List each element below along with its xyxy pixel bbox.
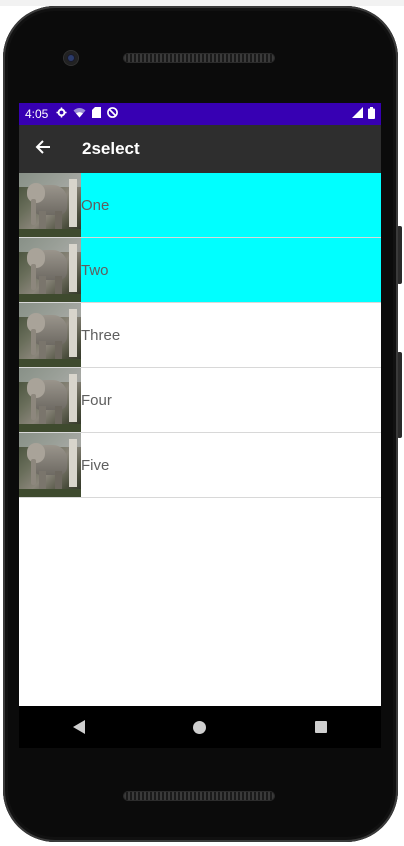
list-item[interactable]: Three	[19, 303, 381, 368]
top-speaker-grille	[124, 54, 274, 62]
back-triangle-icon[interactable]	[73, 720, 86, 734]
page-title: 2select	[82, 139, 140, 158]
list-item-label: Three	[81, 326, 121, 344]
item-list: One Two Three Four Five	[19, 173, 381, 498]
elephant-thumbnail	[19, 368, 81, 432]
system-nav-bar	[19, 706, 381, 748]
back-button[interactable]	[19, 125, 67, 173]
battery-icon	[368, 106, 375, 122]
list-item[interactable]: Four	[19, 368, 381, 433]
elephant-thumbnail	[19, 433, 81, 497]
gear-icon	[56, 107, 67, 121]
status-bar: 4:05	[19, 103, 381, 125]
home-circle-icon[interactable]	[193, 720, 207, 734]
app-bar: 2select	[19, 125, 381, 173]
arrow-left-icon	[35, 139, 51, 160]
elephant-thumbnail	[19, 173, 81, 237]
device-screen: 4:05 2select One Two Three Four Five	[19, 103, 381, 706]
elephant-thumbnail	[19, 303, 81, 367]
sim-card-icon	[92, 107, 102, 121]
list-item-label: Two	[81, 261, 109, 279]
recents-square-icon[interactable]	[314, 721, 327, 733]
wifi-icon	[73, 107, 86, 121]
list-item[interactable]: One	[19, 173, 381, 238]
bottom-speaker-grille	[124, 792, 274, 800]
front-camera-icon	[64, 51, 78, 65]
list-item-label: Four	[81, 391, 112, 409]
cell-signal-icon	[352, 107, 363, 121]
list-item-label: One	[81, 196, 110, 214]
list-item-label: Five	[81, 456, 110, 474]
elephant-thumbnail	[19, 238, 81, 302]
list-item[interactable]: Two	[19, 238, 381, 303]
list-item[interactable]: Five	[19, 433, 381, 498]
do-not-disturb-icon	[107, 107, 119, 121]
status-time: 4:05	[25, 107, 49, 121]
